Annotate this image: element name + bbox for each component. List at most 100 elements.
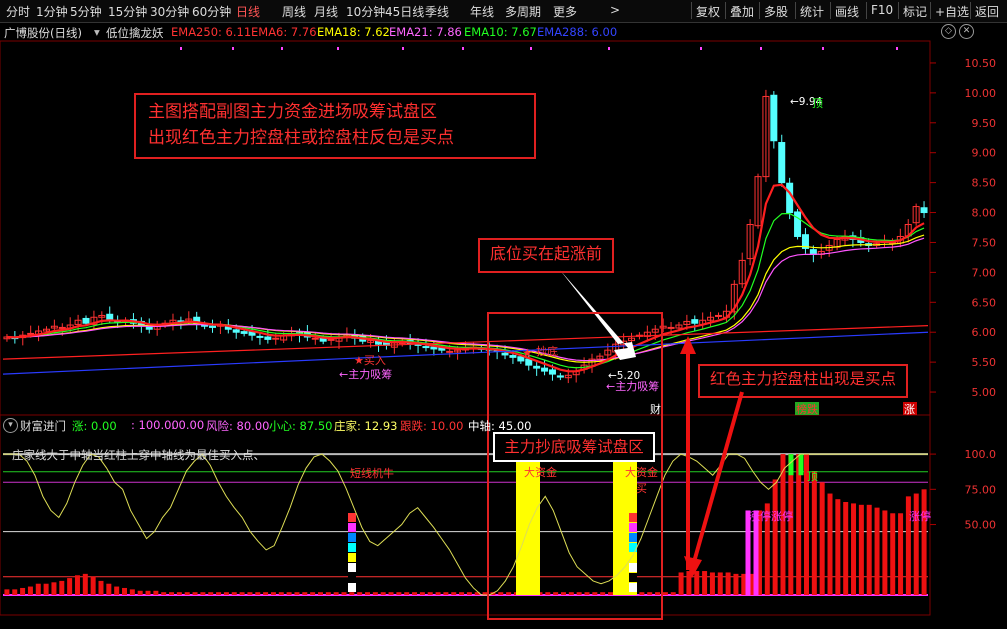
candle-body [541,367,549,372]
y-tick-label: 8.00 [972,207,997,220]
period-tab-14[interactable]: 更多 [553,3,577,20]
period-tab-7[interactable]: 周线 [282,3,306,20]
y-tick-label: 10.50 [965,57,997,70]
red-bar [874,507,880,595]
red-bar [286,592,292,595]
toolbar-divider [759,2,760,19]
period-tab-4[interactable]: 30分钟 [150,3,189,20]
tool-button-5[interactable]: F10 [871,3,893,17]
annotation-bottom-text: 底位买在起涨前 [489,244,602,263]
red-bar [192,592,198,595]
period-tab-5[interactable]: 60分钟 [192,3,231,20]
stock-title[interactable]: 广博股份(日线) [4,25,82,41]
zhangting-label-2: 涨停 [909,509,931,523]
red-bar [576,592,582,595]
red-bar [404,592,410,595]
zhangting-label: 涨停涨停 [749,509,793,523]
red-bar [216,592,222,595]
candle-body [209,325,217,328]
absorb-label-2: ←主力吸筹 [606,379,659,393]
red-bar [772,479,778,595]
period-tab-6[interactable]: 日线 [236,3,260,20]
red-bar [59,580,65,595]
red-bar [553,592,559,595]
red-bar [263,592,269,595]
period-tab-11[interactable]: 季线 [425,3,449,20]
period-tab-8[interactable]: 月线 [314,3,338,20]
red-bar [51,582,57,595]
red-bar [835,499,841,595]
settings-icon[interactable]: ◇ [941,24,956,39]
main-indicator-bar: 广博股份(日线) ▾ 低位擒龙妖 EMA250: 6.11 EMA6: 7.76… [0,23,1007,41]
more-arrow-icon[interactable]: > [610,3,620,17]
red-bar [819,482,825,595]
candle-body [311,337,319,340]
period-tab-10[interactable]: 45日线 [385,3,424,20]
red-bar [255,592,261,595]
tool-button-3[interactable]: 统计 [800,3,824,20]
ema21-value: EMA21: 7.86 [389,25,462,39]
duanxian-label: 短线机牛 [350,466,394,480]
red-bar [35,583,41,595]
tool-button-8[interactable]: 返回 [975,3,999,20]
rainbow-bar-segment [629,573,637,582]
tool-button-7[interactable]: +自选 [935,3,969,20]
red-bar [176,592,182,595]
y-tick-label: 9.50 [972,117,997,130]
indicator-dropdown-icon[interactable]: ▾ [94,25,100,39]
ema10-value: EMA10: 7.67 [464,25,537,39]
tool-button-1[interactable]: 叠加 [730,3,754,20]
period-tab-1[interactable]: 1分钟 [36,3,68,20]
rainbow-bar-segment [348,583,356,592]
close-icon[interactable]: ✕ [959,24,974,39]
red-bar [662,592,668,595]
red-bar [592,592,598,595]
red-bar [333,592,339,595]
sub-zhuangjia: 庄家: 12.93 [334,419,398,433]
period-tab-12[interactable]: 年线 [470,3,494,20]
rainbow-bar-segment [348,533,356,542]
red-bar [317,592,323,595]
sub-indicator-name[interactable]: 财富进门 [20,418,66,434]
period-tab-13[interactable]: 多周期 [505,3,541,20]
tool-button-4[interactable]: 画线 [835,3,859,20]
period-tab-9[interactable]: 10分钟 [346,3,385,20]
annotation-bottom-box: 底位买在起涨前 [478,238,614,273]
ema250-value: EMA250: 6.11 [171,25,252,39]
candle-body [714,314,722,317]
top-marker-dot [530,47,532,50]
red-bar [169,592,175,595]
indicator-name[interactable]: 低位擒龙妖 [106,25,164,41]
period-tab-2[interactable]: 5分钟 [70,3,102,20]
red-bar [223,592,229,595]
red-bar [145,590,151,595]
red-bar [153,590,159,595]
red-bar [294,592,300,595]
candle-body [82,317,90,324]
tool-button-0[interactable]: 复权 [696,3,720,20]
period-tab-0[interactable]: 分时 [6,3,30,20]
sub-y-tick-label: 75.00 [965,483,997,496]
candle-body [58,326,66,329]
top-label-main: 顶 [812,97,823,110]
sub-close-icon[interactable]: ▾ [3,418,18,433]
period-tab-3[interactable]: 15分钟 [108,3,147,20]
toolbar-divider [830,2,831,19]
top-marker-dot [462,47,464,50]
red-bar [82,573,88,595]
sub-zhang: 涨: 0.00 [72,419,117,433]
candle-body [556,375,564,378]
tool-button-6[interactable]: 标记 [903,3,927,20]
mai-label: 买 [636,482,647,495]
sub-xiaoxin: 小心: 87.50 [269,419,333,433]
candle-body [501,352,509,356]
y-tick-label: 5.00 [972,386,997,399]
red-bar [114,586,120,595]
green-bar [788,454,794,476]
rainbow-bar-segment [348,573,356,582]
tool-button-2[interactable]: 多股 [764,3,788,20]
red-bar [357,592,363,595]
red-bar [898,513,904,595]
red-bar [670,592,676,595]
red-bar [506,592,512,595]
